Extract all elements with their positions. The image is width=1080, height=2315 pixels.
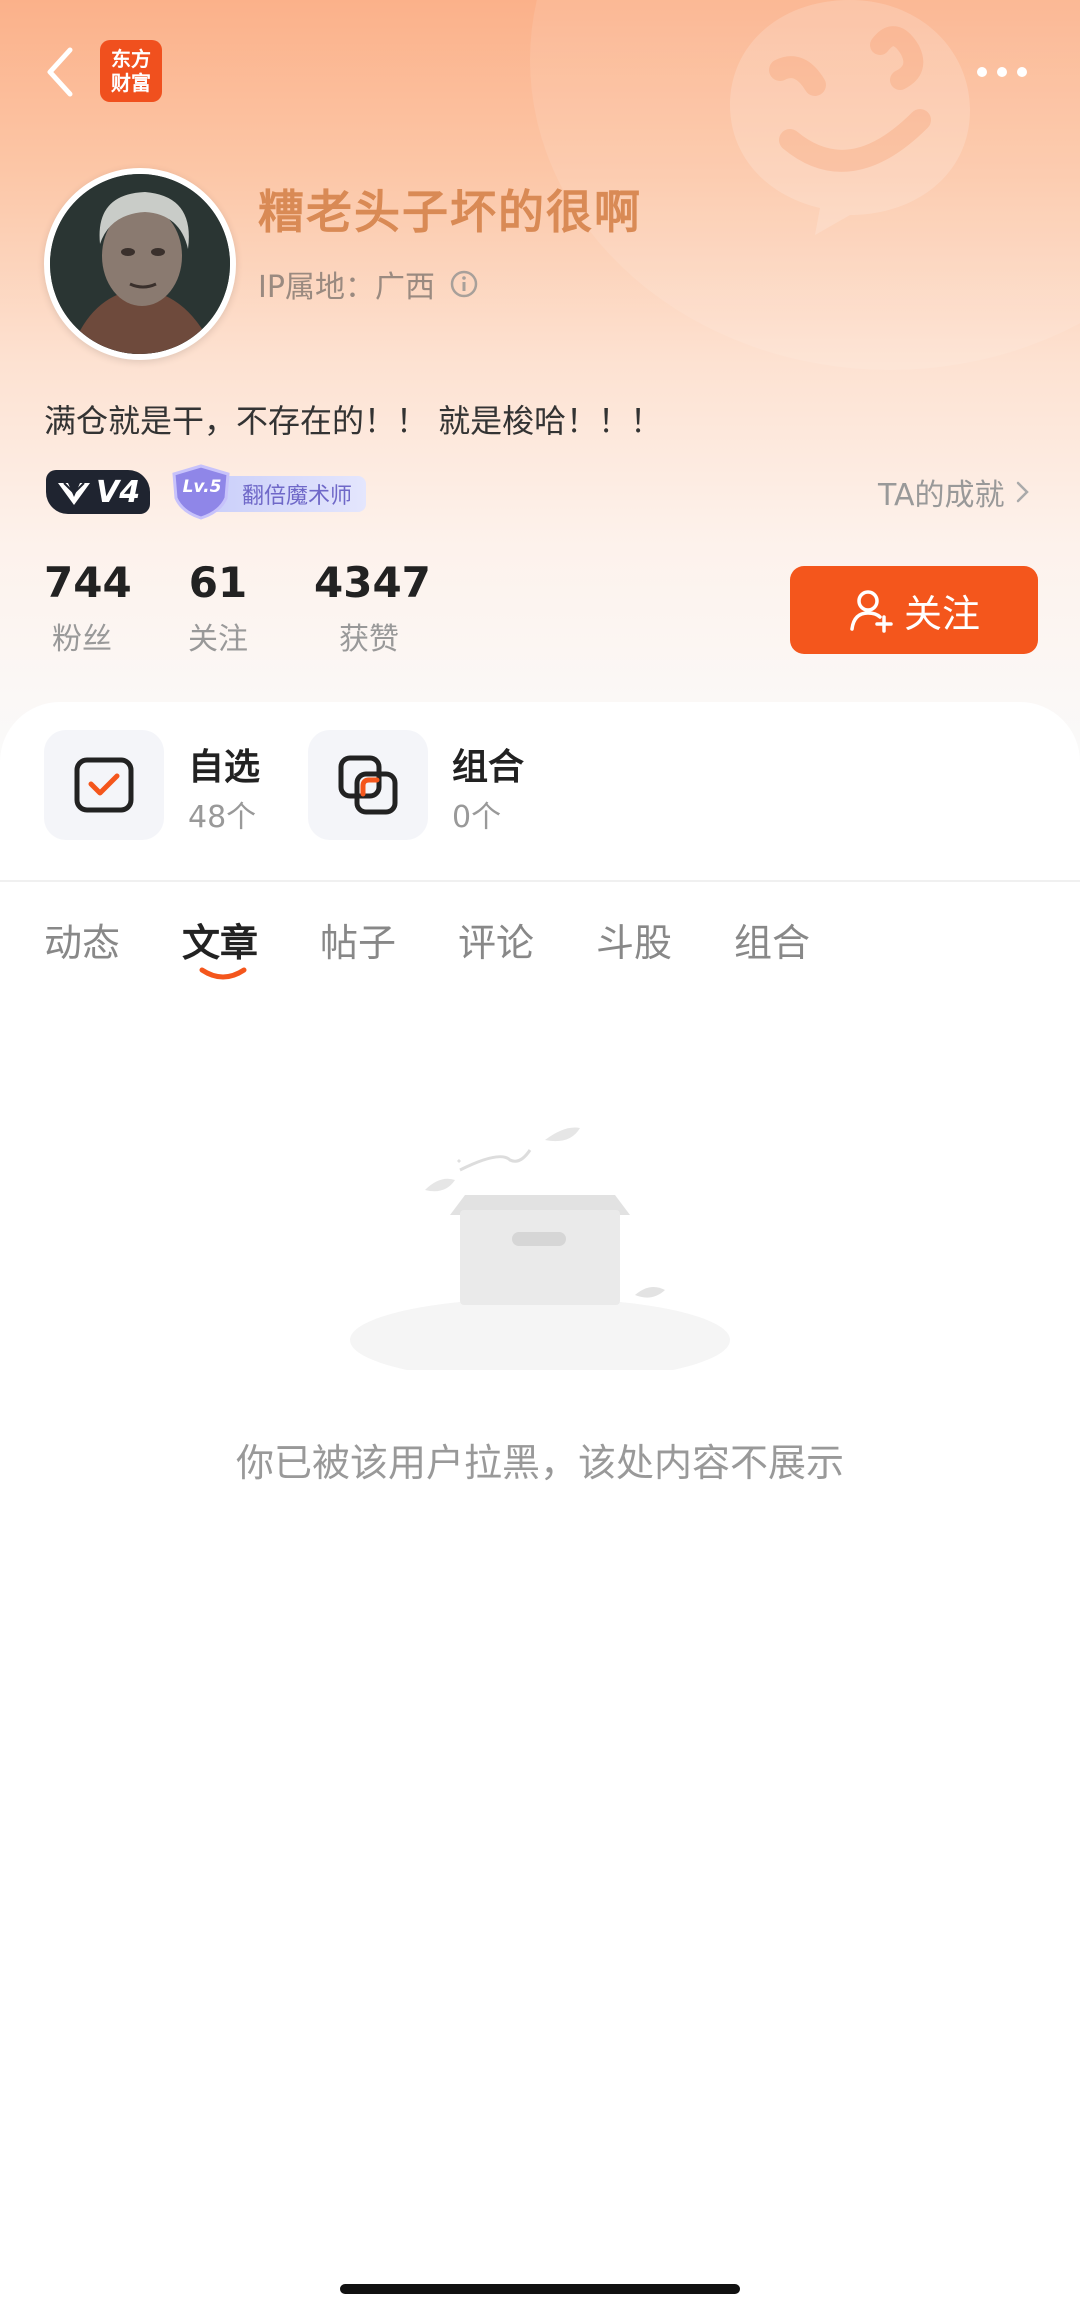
stat-value: 4347 bbox=[314, 558, 431, 607]
section-divider bbox=[0, 880, 1080, 882]
checkbox-icon bbox=[74, 757, 134, 813]
more-dots-icon[interactable] bbox=[974, 60, 1030, 84]
quick-link-count: 0个 bbox=[452, 800, 502, 835]
tab-comments[interactable]: 评论 bbox=[458, 912, 534, 967]
avatar-portrait-image bbox=[50, 174, 230, 354]
stat-label: 关注 bbox=[188, 622, 248, 657]
back-button[interactable] bbox=[40, 44, 84, 100]
quick-link-portfolio[interactable] bbox=[308, 730, 428, 840]
diamond-icon bbox=[58, 482, 90, 505]
empty-state-message: 你已被该用户拉黑，该处内容不展示 bbox=[235, 1441, 844, 1485]
app-logo-text: 东方财富 bbox=[111, 47, 151, 95]
overlap-squares-icon bbox=[338, 755, 398, 815]
tab-articles[interactable]: 文章 bbox=[182, 912, 258, 967]
content-card bbox=[0, 702, 1080, 2315]
stat-following[interactable]: 61 关注 bbox=[180, 558, 256, 658]
quick-link-title[interactable]: 自选 bbox=[188, 738, 260, 790]
quick-link-count: 48个 bbox=[188, 800, 257, 835]
quick-link-title[interactable]: 组合 bbox=[452, 738, 524, 790]
tab-portfolio[interactable]: 组合 bbox=[734, 912, 810, 967]
username: 糟老头子坏的很啊 bbox=[258, 185, 642, 239]
vip-level-badge[interactable]: V4 bbox=[46, 470, 150, 514]
achievements-link-label: TA的成就 bbox=[878, 478, 1005, 513]
follow-button[interactable]: 关注 bbox=[790, 566, 1038, 654]
mascot-watermark-icon bbox=[730, 0, 970, 235]
stat-label: 粉丝 bbox=[52, 622, 112, 657]
bio-text: 满仓就是干，不存在的！！ 就是梭哈！！！ bbox=[44, 402, 663, 440]
quick-link-watchlist[interactable] bbox=[44, 730, 164, 840]
ip-location-row: IP属地：广西 bbox=[258, 262, 479, 306]
info-icon[interactable] bbox=[449, 269, 479, 299]
tab-posts[interactable]: 帖子 bbox=[320, 912, 396, 967]
tab-feed[interactable]: 动态 bbox=[44, 912, 120, 967]
home-indicator[interactable] bbox=[340, 2284, 740, 2294]
stat-label: 获赞 bbox=[339, 622, 399, 657]
follow-button-label: 关注 bbox=[903, 591, 980, 636]
stat-fans[interactable]: 744 粉丝 bbox=[44, 558, 132, 658]
empty-box-icon bbox=[350, 1127, 730, 1370]
vip-level-text: V4 bbox=[96, 474, 141, 510]
tab-stock-battle[interactable]: 斗股 bbox=[596, 912, 672, 967]
active-tab-indicator bbox=[199, 967, 247, 980]
stat-likes[interactable]: 4347 获赞 bbox=[314, 558, 431, 658]
achievements-link[interactable]: TA的成就 bbox=[878, 470, 1033, 514]
chevron-right-icon bbox=[1016, 481, 1029, 503]
badge-level: Lv.5 bbox=[182, 477, 222, 497]
app-logo[interactable]: 东方财富 bbox=[100, 40, 162, 102]
stat-value: 61 bbox=[188, 558, 248, 607]
achievement-badge[interactable]: 翻倍魔术师 Lv.5 bbox=[168, 464, 368, 520]
stat-value: 744 bbox=[44, 558, 132, 607]
avatar[interactable] bbox=[44, 168, 236, 360]
add-user-icon bbox=[850, 590, 893, 633]
ip-location-text: IP属地：广西 bbox=[258, 270, 435, 305]
